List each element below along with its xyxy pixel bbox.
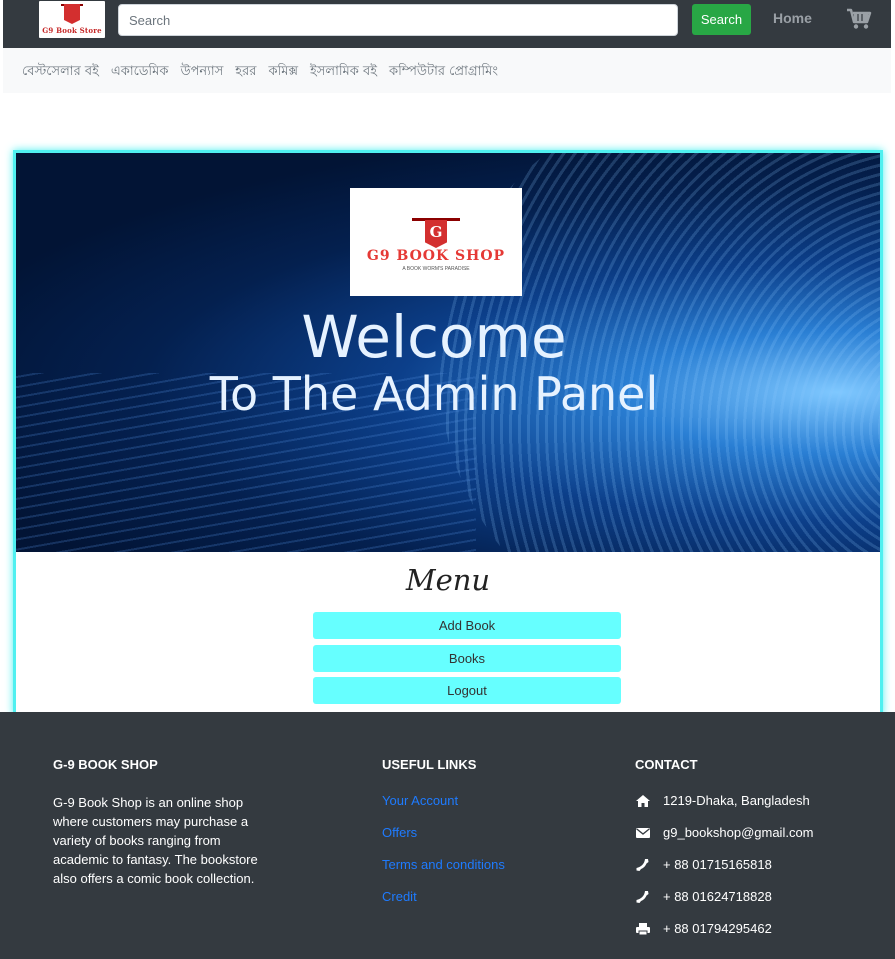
home-icon [635, 794, 651, 808]
phone-icon [635, 858, 651, 872]
contact-email: g9_bookshop@gmail.com [635, 825, 814, 840]
banner-logo: G G9 BOOK SHOP A BOOK WORM'S PARADISE [350, 188, 522, 296]
add-book-button[interactable]: Add Book [313, 612, 621, 639]
logo-text: G9 Book Store [42, 26, 102, 35]
contact-phone-2-text: + 88 01624718828 [663, 889, 772, 904]
footer-contact-title: CONTACT [635, 757, 698, 772]
logo-flag [64, 4, 80, 24]
search-button[interactable]: Search [692, 4, 751, 35]
link-offers[interactable]: Offers [382, 825, 417, 840]
category-novel[interactable]: উপন্যাস [180, 62, 223, 83]
menu-title: Menu [405, 563, 491, 597]
home-link[interactable]: Home [773, 10, 812, 26]
category-bar: বেস্টসেলার বই একাডেমিক উপন্যাস হরর কমিক্… [3, 48, 891, 93]
category-bestseller[interactable]: বেস্টসেলার বই [22, 62, 99, 83]
link-your-account[interactable]: Your Account [382, 793, 458, 808]
contact-phone-1: + 88 01715165818 [635, 857, 772, 872]
books-button[interactable]: Books [313, 645, 621, 672]
contact-fax-text: + 88 01794295462 [663, 921, 772, 936]
contact-email-text: g9_bookshop@gmail.com [663, 825, 814, 840]
category-programming[interactable]: কম্পিউটার প্রোগ্রামিং [389, 62, 498, 83]
contact-phone-1-text: + 88 01715165818 [663, 857, 772, 872]
print-icon [635, 922, 651, 936]
phone-icon [635, 890, 651, 904]
top-navbar: G9 Book Store Search Home [3, 0, 891, 48]
contact-address: 1219-Dhaka, Bangladesh [635, 793, 810, 808]
admin-panel: G G9 BOOK SHOP A BOOK WORM'S PARADISE We… [13, 150, 883, 716]
link-terms[interactable]: Terms and conditions [382, 857, 505, 872]
logout-button[interactable]: Logout [313, 677, 621, 704]
admin-panel-heading: To The Admin Panel [209, 367, 659, 421]
footer-about-text: G-9 Book Shop is an online shop where cu… [53, 795, 258, 886]
footer-links-title: USEFUL LINKS [382, 757, 477, 772]
cart-icon[interactable] [846, 8, 872, 30]
contact-phone-2: + 88 01624718828 [635, 889, 772, 904]
banner-logo-title: G9 BOOK SHOP [366, 248, 506, 264]
welcome-banner: G G9 BOOK SHOP A BOOK WORM'S PARADISE We… [16, 153, 880, 552]
category-comics[interactable]: কমিক্স [268, 62, 298, 83]
category-horror[interactable]: হরর [235, 62, 256, 83]
brand-logo[interactable]: G9 Book Store [39, 1, 105, 38]
welcome-heading: Welcome [301, 303, 567, 371]
contact-fax: + 88 01794295462 [635, 921, 772, 936]
contact-address-text: 1219-Dhaka, Bangladesh [663, 793, 810, 808]
footer-about-title: G-9 BOOK SHOP [53, 757, 158, 772]
link-credit[interactable]: Credit [382, 889, 417, 904]
footer: G-9 BOOK SHOP G-9 Book Shop is an online… [0, 712, 895, 959]
category-islamic[interactable]: ইসলামিক বই [310, 62, 377, 83]
search-input[interactable] [118, 4, 678, 36]
banner-logo-tagline: A BOOK WORM'S PARADISE [402, 266, 470, 272]
category-academic[interactable]: একাডেমিক [111, 62, 169, 83]
envelope-icon [635, 826, 651, 840]
banner-logo-letter: G [429, 223, 443, 241]
